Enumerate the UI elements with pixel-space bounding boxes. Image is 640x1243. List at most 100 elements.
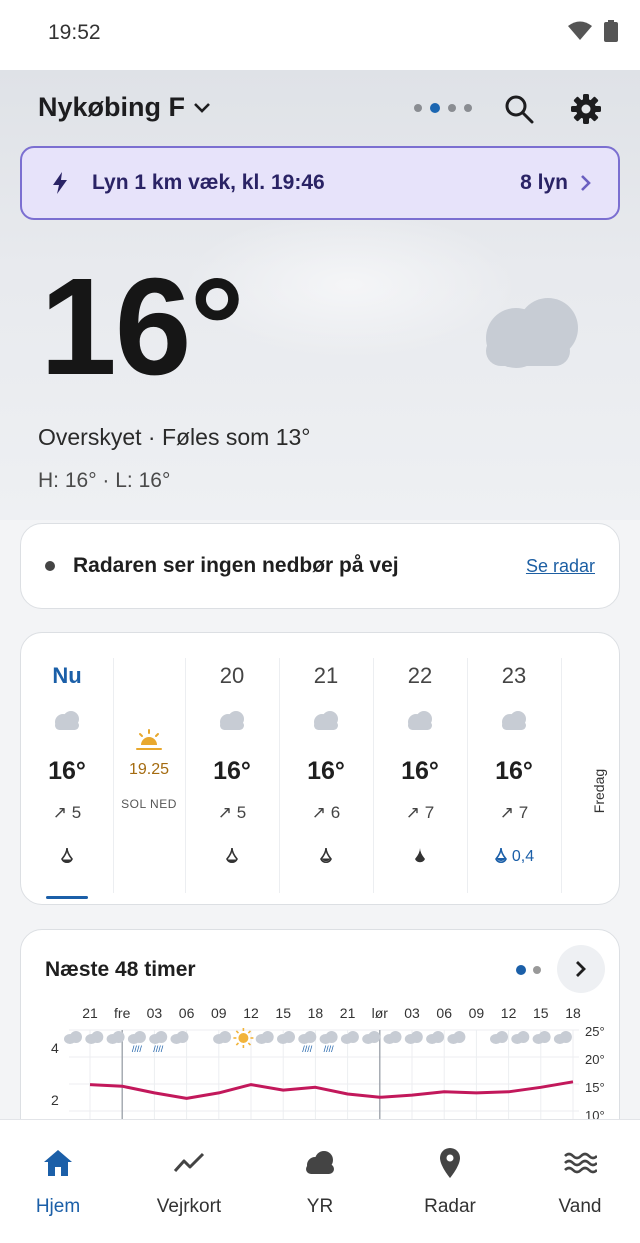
- cloud-icon: [220, 711, 244, 730]
- mini-cloud-icon: [133, 1031, 146, 1043]
- hour-label: 23: [501, 663, 527, 688]
- home-icon: [44, 1150, 72, 1176]
- divider: [561, 658, 562, 893]
- hour-column[interactable]: 21 16° ↗ 6: [279, 633, 373, 904]
- mini-cloud-icon: [70, 1031, 82, 1043]
- mini-cloud-icon: [155, 1031, 168, 1043]
- moon-icon: [197, 1032, 204, 1044]
- hour-wind: ↗ 7: [373, 803, 467, 823]
- right-axis-label: 25°: [585, 1024, 605, 1039]
- time-tick-label: 21: [340, 1005, 356, 1021]
- rain-mark: ////: [324, 1044, 335, 1054]
- time-tick-label: 06: [436, 1005, 452, 1021]
- sunset-time: 19.25: [128, 761, 170, 778]
- gear-icon[interactable]: [570, 93, 602, 125]
- time-tick-label: 09: [211, 1005, 227, 1021]
- page-dot: [448, 104, 456, 112]
- time-tick-label: 03: [404, 1005, 420, 1021]
- lightning-count: 8 lyn: [520, 171, 568, 194]
- hour-label: 21: [313, 663, 339, 688]
- raindrop-outline-icon: [61, 847, 73, 863]
- cloud-icon: [314, 711, 338, 730]
- rain-mark: ////: [153, 1044, 164, 1054]
- hour-precip: [373, 847, 467, 867]
- mini-cloud-icon: [176, 1031, 189, 1043]
- cloud-icon: [408, 711, 432, 730]
- hour-temp: 16°: [48, 757, 86, 785]
- hour-precip: [185, 847, 279, 867]
- mini-cloud-icon: [325, 1031, 338, 1043]
- raindrop-icon: [415, 848, 425, 863]
- nav-item-vejrkort[interactable]: Vejrkort: [125, 1120, 253, 1243]
- hour-column[interactable]: 20 16° ↗ 5: [185, 633, 279, 904]
- lightning-icon: [53, 172, 67, 194]
- wind-speed: 7: [424, 803, 435, 822]
- page-indicator[interactable]: [414, 103, 472, 113]
- hour-temp: 16°: [213, 757, 251, 785]
- wind-arrow-icon: ↗: [499, 803, 519, 822]
- wind-speed: 5: [236, 803, 247, 822]
- nav-item-radar[interactable]: Radar: [386, 1120, 514, 1243]
- wind-arrow-icon: ↗: [217, 803, 237, 822]
- status-time: 19:52: [48, 21, 101, 44]
- wind-arrow-icon: ↗: [52, 803, 72, 822]
- nav-label: Vand: [558, 1196, 602, 1217]
- mini-cloud-icon: [91, 1031, 104, 1043]
- forecast-page-indicator[interactable]: [516, 965, 541, 975]
- right-axis-label: 20°: [585, 1052, 605, 1067]
- cloud-icon: [306, 1151, 334, 1174]
- time-tick-label: 15: [533, 1005, 549, 1021]
- left-axis-label: 2: [51, 1092, 59, 1108]
- mini-cloud-icon: [112, 1031, 125, 1043]
- trend-icon: [173, 1152, 205, 1173]
- mini-cloud-icon: [538, 1031, 551, 1043]
- location-name: Nykøbing F: [38, 92, 185, 122]
- waves-icon: [564, 1152, 597, 1174]
- lightning-alert[interactable]: Lyn 1 km væk, kl. 19:46 8 lyn: [20, 146, 620, 220]
- nav-item-home[interactable]: Hjem: [0, 1120, 122, 1243]
- sun-ray: [235, 1030, 240, 1034]
- page-dot: [414, 104, 422, 112]
- hour-column[interactable]: 23 16° ↗ 7 0,4: [467, 633, 561, 904]
- hour-column-now[interactable]: Nu 16° ↗ 5: [21, 633, 113, 904]
- hour-temp: 16°: [495, 757, 533, 785]
- mini-cloud-icon: [410, 1031, 423, 1043]
- mini-cloud-icon: [283, 1031, 295, 1043]
- raindrop-outline-icon: [320, 847, 332, 863]
- mini-cloud-icon: [261, 1031, 274, 1043]
- raindrop-outline-icon: [226, 847, 238, 863]
- mini-cloud-icon: [559, 1031, 572, 1043]
- status-bar: 19:52: [0, 0, 640, 70]
- location-selector[interactable]: Nykøbing F: [38, 92, 211, 123]
- rain-mark: ////: [302, 1044, 313, 1054]
- mini-cloud-icon: [346, 1031, 359, 1043]
- right-axis-label: 15°: [585, 1080, 605, 1095]
- hour-column[interactable]: 22 16° ↗ 7: [373, 633, 467, 904]
- nav-item-vand[interactable]: Vand: [516, 1120, 640, 1243]
- time-tick-label: 09: [469, 1005, 485, 1021]
- time-tick-label: lør: [372, 1005, 389, 1021]
- nav-label: YR: [306, 1196, 334, 1217]
- sun-ray: [247, 1042, 252, 1046]
- nav-item-yr[interactable]: YR: [256, 1120, 384, 1243]
- radar-card[interactable]: Radaren ser ingen nedbør på vej Se radar: [20, 523, 620, 609]
- wifi-icon: [568, 21, 592, 40]
- time-tick-label: fre: [114, 1005, 131, 1021]
- nav-label: Radar: [424, 1196, 476, 1217]
- left-axis-label: 4: [51, 1040, 59, 1056]
- page-dot: [533, 966, 541, 974]
- nav-label: Vejrkort: [156, 1196, 222, 1217]
- chevron-right-icon: [581, 175, 591, 191]
- forecast-next-button[interactable]: [557, 945, 605, 993]
- forecast-48h-card[interactable]: Næste 48 timer 21 fre 03 06 09 12 15 18 21 lør 03 0…: [20, 929, 620, 1149]
- see-radar-link[interactable]: Se radar: [526, 556, 595, 577]
- high-low-text: H: 16° · L: 16°: [38, 469, 171, 492]
- sun-ray: [235, 1042, 240, 1046]
- cloud-icon: [55, 711, 79, 730]
- mini-cloud-icon: [453, 1031, 466, 1043]
- hourly-forecast-card[interactable]: Nu 16° ↗ 5 19.25 SOL NED 20 16° ↗ 5 21 1…: [20, 632, 620, 905]
- cloud-icon: [502, 711, 526, 730]
- hour-label: Nu: [52, 663, 82, 688]
- mini-cloud-icon: [368, 1031, 381, 1043]
- search-icon[interactable]: [503, 93, 535, 125]
